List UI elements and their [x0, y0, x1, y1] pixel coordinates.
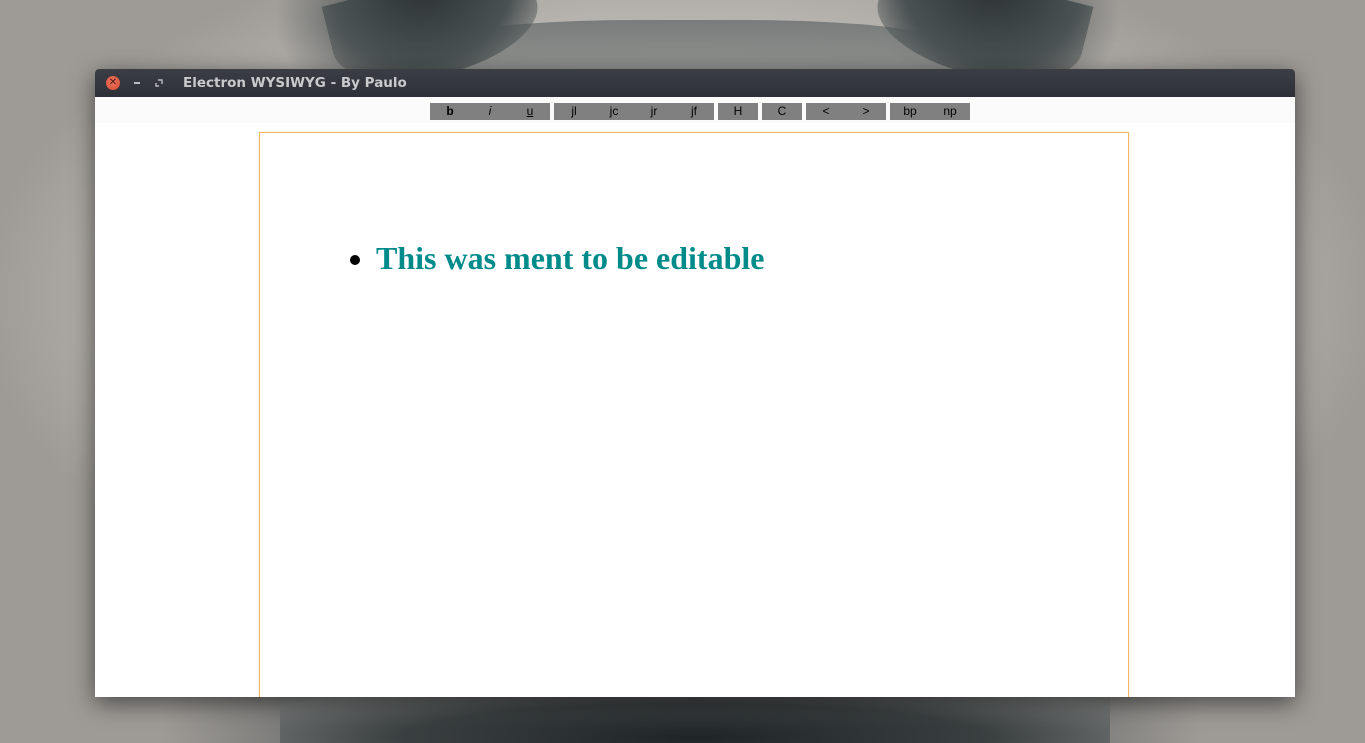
color-button[interactable]: C — [762, 103, 802, 120]
underline-button[interactable]: u — [510, 103, 550, 120]
indent-button[interactable]: > — [846, 103, 886, 120]
title-bar[interactable]: ✕ Electron WYSIWYG - By Paulo — [95, 69, 1295, 97]
close-button[interactable]: ✕ — [106, 76, 120, 90]
app-window: ✕ Electron WYSIWYG - By Paulo b i u jl j… — [95, 69, 1295, 697]
justify-left-button[interactable]: jl — [554, 103, 594, 120]
maximize-icon — [155, 79, 163, 87]
numbered-list-button[interactable]: np — [930, 103, 970, 120]
bullet-list: This was ment to be editable — [376, 239, 764, 277]
text-style-group: b i u — [430, 103, 550, 120]
window-controls: ✕ — [106, 76, 166, 90]
outdent-button[interactable]: < — [806, 103, 846, 120]
indent-group: < > — [806, 103, 886, 120]
maximize-button[interactable] — [152, 76, 166, 90]
justify-full-button[interactable]: jf — [674, 103, 714, 120]
close-icon: ✕ — [108, 77, 118, 88]
bold-button[interactable]: b — [430, 103, 470, 120]
heading-group: H — [718, 103, 758, 120]
list-item[interactable]: This was ment to be editable — [376, 239, 764, 277]
minimize-icon — [134, 82, 140, 84]
minimize-button[interactable] — [130, 76, 144, 90]
toolbar-row: b i u jl jc jr jf H C < > bp np — [95, 97, 1295, 123]
justify-group: jl jc jr jf — [554, 103, 714, 120]
italic-button[interactable]: i — [470, 103, 510, 120]
bullet-list-button[interactable]: bp — [890, 103, 930, 120]
justify-center-button[interactable]: jc — [594, 103, 634, 120]
window-title: Electron WYSIWYG - By Paulo — [183, 75, 407, 91]
list-group: bp np — [890, 103, 970, 120]
formatting-toolbar: b i u jl jc jr jf H C < > bp np — [430, 103, 970, 120]
editor-page[interactable]: This was ment to be editable — [259, 132, 1129, 697]
justify-right-button[interactable]: jr — [634, 103, 674, 120]
wallpaper-cat-chin — [280, 690, 1110, 743]
color-group: C — [762, 103, 802, 120]
heading-button[interactable]: H — [718, 103, 758, 120]
